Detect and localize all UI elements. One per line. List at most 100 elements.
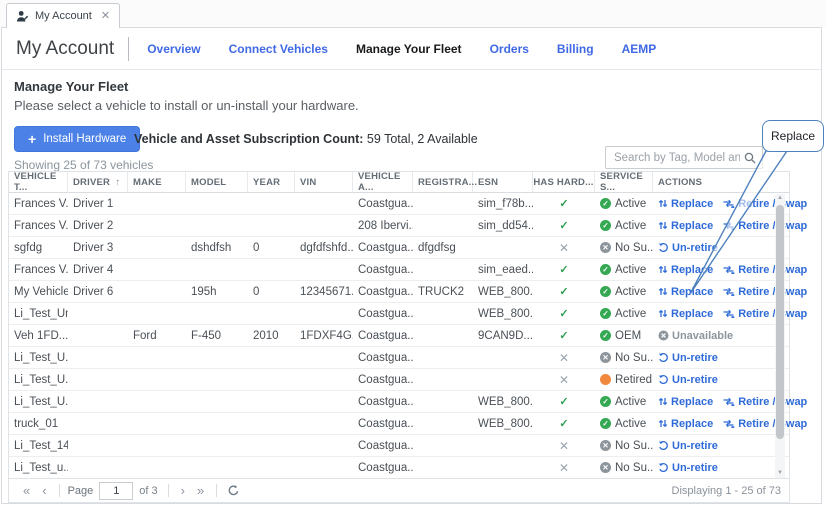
title-divider [128,36,130,61]
status-active-icon: ✓ [600,220,611,231]
column-header[interactable]: YEAR [248,172,295,192]
table-row[interactable]: Li_Test_U... Coastgua... ✕ ✕ No Su... Un-reti… [9,347,789,369]
actions-cell: Un-retire [653,462,765,474]
tab-close-icon[interactable]: ✕ [101,10,110,22]
swap-vert-icon [658,396,668,407]
table-row[interactable]: truck_01 Coastgua... WEB_800... ✓ ✓ Active Rep… [9,413,807,435]
nav-overview[interactable]: Overview [147,42,200,56]
column-header[interactable]: ACTIONS [653,172,765,192]
retire-swap-action[interactable]: Retire / Swap [722,396,807,408]
un-retire-action[interactable]: Un-retire [658,352,718,364]
action-label: Un-retire [672,241,718,254]
column-header[interactable]: MODEL [186,172,248,192]
replace-action[interactable]: Replace [658,396,713,408]
x-icon: ✕ [558,372,570,387]
refresh-button[interactable] [223,484,244,497]
page-label: Page [67,484,94,497]
check-icon: ✓ [559,330,569,342]
service-status-cell: ✓ OEM [595,330,653,342]
replace-callout-label: Replace [770,129,816,143]
actions-cell: Un-retire [653,242,765,254]
table-row[interactable]: My Vehicle Driver 6 195h 0 12345671... Coastg… [9,281,807,303]
column-header[interactable]: REGISTRA... [413,172,477,192]
nav-aemp[interactable]: AEMP [622,42,657,56]
column-header[interactable]: DRIVER ↑ [68,172,128,192]
table-row[interactable]: sgfdg Driver 3 dshdfsh 0 dgfdfshfd... Coastgu… [9,237,789,259]
un-retire-action[interactable]: Un-retire [658,374,718,386]
search-icon[interactable] [744,152,756,164]
scroll-up-icon[interactable]: ▲ [775,194,785,203]
sort-asc-icon: ↑ [115,176,121,188]
panel-header: My Account Overview Connect Vehicles Manag… [2,28,821,70]
has-hardware-cell: ✓ [533,307,595,320]
replace-action[interactable]: Replace [658,198,713,210]
scroll-down-icon[interactable]: ▼ [775,469,785,478]
action-label: Retire / Swap [738,197,808,210]
column-header[interactable]: MAKE [128,172,186,192]
page-number-input[interactable] [99,481,134,500]
column-header[interactable]: VEHICLE T... [9,171,68,193]
table-scrollbar[interactable]: ▲ ▼ [775,194,785,478]
status-label: Active [615,307,647,320]
table-row[interactable]: Frances V... Driver 4 Coastgua... sim_eaed.… [9,259,807,281]
vehicle-tag-cell: truck_01 [14,417,59,430]
vehicle-tag-cell: Li_Test_14 [14,439,68,452]
service-status-cell: ✓ Active [595,220,653,232]
nav-orders[interactable]: Orders [490,42,529,56]
tab-my-account[interactable]: My Account ✕ [6,3,121,28]
un-retire-action[interactable]: Un-retire [658,462,718,474]
replace-action[interactable]: Replace [658,264,713,276]
action-label: Replace [671,417,714,430]
retire-swap-action[interactable]: Retire / Swap [722,198,807,210]
nav-billing[interactable]: Billing [557,42,594,56]
column-header[interactable]: ESN [473,172,533,192]
car-swap-icon [722,286,735,297]
retire-swap-action[interactable]: Retire / Swap [722,418,807,430]
table-row[interactable]: Li_Test_u... Coastgua... ✕ ✕ No Su... Un-reti… [9,457,789,479]
table-row[interactable]: Li_Test_U... Coastgua... WEB_800... ✓ ✓ Activ… [9,391,807,413]
column-header[interactable]: SERVICE S... [595,171,653,193]
un-retire-action[interactable]: Un-retire [658,440,718,452]
replace-action[interactable]: Replace [658,418,713,430]
service-status-cell: ✓ Active [595,198,653,210]
replace-action[interactable]: Replace [658,308,713,320]
next-page-button[interactable]: › [175,484,191,497]
replace-action[interactable]: Replace [658,286,713,298]
table-row[interactable]: Veh 1FD... Ford F-450 2010 1FDXF4G... Coastgu… [9,325,789,347]
table-row[interactable]: Frances V... Driver 2 208 Ibervi... sim_dd5… [9,215,807,237]
app-window: My Account ✕ My Account Overview Connect … [0,0,826,507]
search-input[interactable] [606,151,744,164]
install-hardware-button[interactable]: + Install Hardware [14,126,141,152]
first-page-button[interactable]: « [17,484,36,497]
action-label: Replace [671,395,714,408]
prev-page-button[interactable]: ‹ [36,484,52,497]
check-icon: ✓ [559,264,569,276]
esn-cell: WEB_800... [478,285,533,298]
service-status-cell: ✓ Active [595,418,653,430]
esn-cell: sim_dd54... [478,219,533,232]
un-retire-action[interactable]: Un-retire [658,242,718,254]
last-page-button[interactable]: » [191,484,210,497]
esn-cell: 9CAN9D... [478,329,533,342]
column-header[interactable]: VIN [295,172,353,192]
retire-swap-action[interactable]: Retire / Swap [722,220,807,232]
table-row[interactable]: Frances V... Driver 1 Coastgua... sim_f78b.… [9,193,807,215]
nav-manage-your-fleet[interactable]: Manage Your Fleet [356,42,462,56]
table-row[interactable]: Li_Test_U... Coastgua... ✕ Retired Un-retire [9,369,789,391]
table-row[interactable]: Li_Test_14 Coastgua... ✕ ✕ No Su... Un-retire [9,435,789,457]
retire-swap-action[interactable]: Retire / Swap [722,286,807,298]
scrollbar-thumb[interactable] [776,205,784,439]
retire-swap-action[interactable]: Retire / Swap [722,308,807,320]
check-icon: ✓ [559,308,569,320]
column-header[interactable]: VEHICLE A... [353,171,413,193]
status-label: Retired [615,373,653,386]
retire-swap-action[interactable]: Retire / Swap [722,264,807,276]
column-header[interactable]: HAS HARD... [533,172,595,192]
replace-action[interactable]: Replace [658,220,713,232]
circle-x-icon [658,330,669,341]
esn-cell: sim_eaed... [478,263,533,276]
action-label: Retire / Swap [738,285,808,298]
nav-connect-vehicles[interactable]: Connect Vehicles [229,42,328,56]
table-row[interactable]: Li_Test_Unit Coastgua... WEB_800... ✓ ✓ Activ… [9,303,807,325]
action-label: Retire / Swap [738,219,808,232]
